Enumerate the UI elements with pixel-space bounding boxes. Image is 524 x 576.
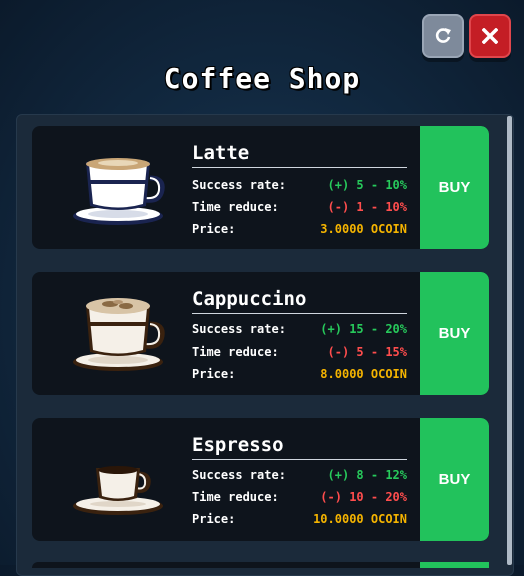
close-button[interactable]: [469, 14, 511, 58]
divider: [192, 459, 407, 460]
item-name: Cappuccino: [192, 288, 307, 310]
latte-cup-icon: [52, 140, 184, 235]
cappuccino-cup-icon: [52, 286, 184, 381]
success-rate-label: Success rate:: [192, 468, 286, 482]
time-reduce-label: Time reduce:: [192, 345, 279, 359]
price-value: 10.0000 OCOIN: [313, 512, 407, 526]
time-reduce-label: Time reduce:: [192, 200, 279, 214]
time-reduce-value: (-) 1 - 10%: [327, 200, 407, 214]
refresh-button[interactable]: [422, 14, 464, 58]
price-label: Price:: [192, 512, 236, 526]
buy-button-partial[interactable]: [420, 562, 489, 568]
shop-item-latte: Latte Success rate: (+) 5 - 10% Time red…: [32, 126, 489, 249]
divider: [192, 313, 407, 314]
time-reduce-value: (-) 5 - 15%: [327, 345, 407, 359]
success-rate-value: (+) 5 - 10%: [327, 178, 407, 192]
shop-item-espresso: Espresso Success rate: (+) 8 - 12% Time …: [32, 418, 489, 541]
success-rate-label: Success rate:: [192, 322, 286, 336]
buy-button-cappuccino[interactable]: BUY: [420, 272, 489, 395]
buy-button-espresso[interactable]: BUY: [420, 418, 489, 541]
time-reduce-value: (-) 10 - 20%: [320, 490, 407, 504]
shop-item-cappuccino: Cappuccino Success rate: (+) 15 - 20% Ti…: [32, 272, 489, 395]
scrollbar[interactable]: [507, 116, 512, 565]
time-reduce-label: Time reduce:: [192, 490, 279, 504]
success-rate-label: Success rate:: [192, 178, 286, 192]
espresso-cup-icon: [52, 432, 184, 527]
shop-item-partial: [32, 562, 489, 568]
price-value: 8.0000 OCOIN: [320, 367, 407, 381]
item-name: Espresso: [192, 434, 284, 456]
divider: [192, 167, 407, 168]
close-icon: [482, 28, 498, 44]
refresh-icon: [435, 28, 451, 43]
success-rate-value: (+) 15 - 20%: [320, 322, 407, 336]
item-name: Latte: [192, 142, 250, 164]
price-label: Price:: [192, 367, 236, 381]
page-title: Coffee Shop: [163, 62, 361, 95]
success-rate-value: (+) 8 - 12%: [327, 468, 407, 482]
buy-button-latte[interactable]: BUY: [420, 126, 489, 249]
price-label: Price:: [192, 222, 236, 236]
price-value: 3.0000 OCOIN: [320, 222, 407, 236]
